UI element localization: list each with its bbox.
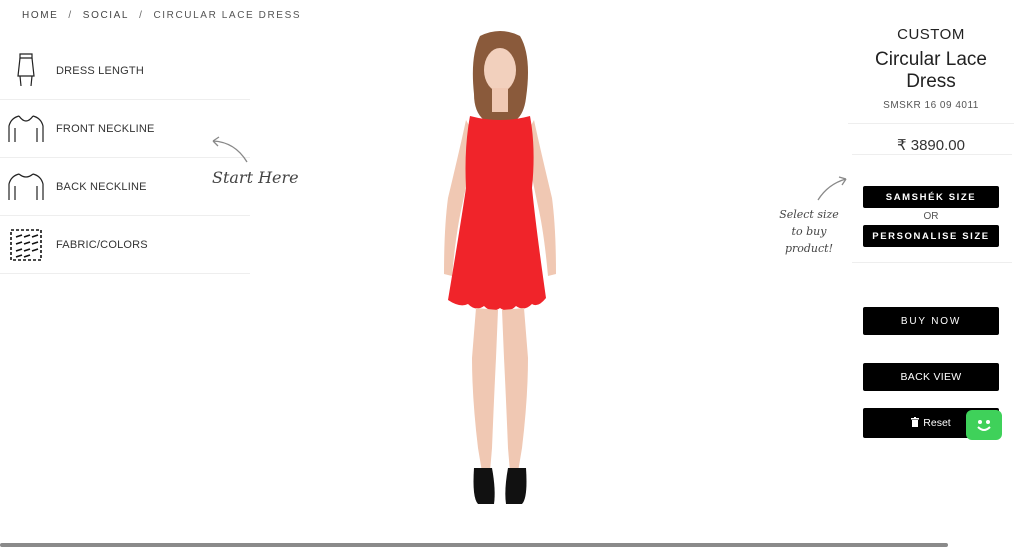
start-here-text: Start Here	[212, 168, 299, 187]
option-label: FABRIC/COLORS	[56, 238, 148, 251]
option-label: FRONT NECKLINE	[56, 122, 155, 135]
option-fabric-colors[interactable]: FABRIC/COLORS	[0, 216, 250, 274]
reset-label: Reset	[923, 417, 951, 429]
product-price: ₹ 3890.00	[897, 137, 965, 154]
smiley-chat-icon	[977, 420, 991, 431]
chat-widget-button[interactable]	[966, 410, 1002, 440]
trash-icon	[911, 416, 920, 430]
breadcrumb-current: CIRCULAR LACE DRESS	[153, 10, 302, 21]
product-model-image	[420, 28, 580, 510]
option-dress-length[interactable]: DRESS LENGTH	[0, 42, 250, 100]
product-category: CUSTOM	[897, 26, 965, 43]
breadcrumb: HOME / SOCIAL / CIRCULAR LACE DRESS	[22, 10, 301, 21]
product-title: Circular Lace Dress	[875, 49, 987, 92]
curved-arrow-icon	[817, 176, 847, 201]
curved-arrow-icon	[212, 136, 248, 163]
breadcrumb-social[interactable]: SOCIAL	[83, 10, 129, 21]
divider	[852, 262, 1012, 263]
breadcrumb-home[interactable]: HOME	[22, 10, 58, 21]
neckline-back-icon	[6, 167, 46, 207]
fabric-icon	[6, 225, 46, 265]
select-size-text: Select size to buy product!	[779, 208, 839, 255]
back-view-button[interactable]: BACK VIEW	[863, 363, 999, 391]
buy-now-button[interactable]: BUY NOW	[863, 307, 999, 335]
product-info: CUSTOM Circular Lace Dress SMSKR 16 09 4…	[848, 26, 1014, 168]
personalise-size-button[interactable]: PERSONALISE SIZE	[863, 225, 999, 247]
skirt-icon	[6, 51, 46, 91]
product-sku: SMSKR 16 09 4011	[883, 100, 979, 111]
breadcrumb-separator: /	[139, 10, 144, 21]
select-size-hint: Select size to buy product!	[770, 176, 850, 255]
breadcrumb-separator: /	[68, 10, 73, 21]
horizontal-scrollbar[interactable]	[0, 543, 948, 547]
option-label: DRESS LENGTH	[56, 64, 144, 77]
samshek-size-button[interactable]: SAMSHÉK SIZE	[863, 186, 999, 208]
neckline-front-icon	[6, 109, 46, 149]
option-label: BACK NECKLINE	[56, 180, 147, 193]
divider	[852, 154, 1012, 155]
or-label: OR	[923, 211, 939, 222]
start-here-hint: Start Here	[207, 136, 299, 187]
